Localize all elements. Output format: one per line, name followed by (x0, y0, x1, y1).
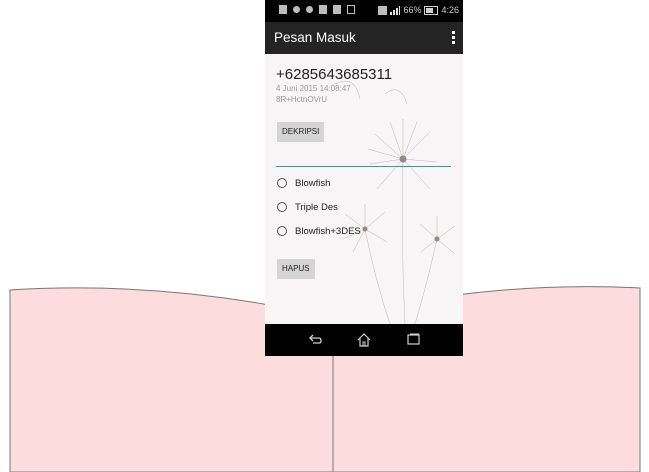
message-date: 4 Juni 2015 14:08:47 (276, 84, 351, 93)
app-bar: Pesan Masuk (265, 22, 463, 54)
back-icon[interactable] (308, 332, 322, 346)
navigation-bar (265, 324, 463, 356)
notification-icon (347, 5, 355, 14)
key-input[interactable] (276, 152, 451, 167)
radio-label: Blowfish (295, 177, 331, 189)
encrypted-message: 8R+HctnOVrU (276, 95, 328, 104)
notification-icon (293, 6, 300, 13)
radio-label: Triple Des (295, 201, 338, 213)
delete-button[interactable]: HAPUS (277, 259, 315, 279)
message-detail: +6285643685311 4 Juni 2015 14:08:47 8R+H… (265, 54, 463, 324)
radio-triple-des[interactable]: Triple Des (277, 200, 338, 214)
decrypt-button[interactable]: DEKRIPSI (277, 122, 325, 142)
home-icon[interactable] (356, 332, 372, 347)
radio-button[interactable] (277, 226, 287, 236)
radio-label: Blowfish+3DES (295, 225, 361, 237)
radio-blowfish[interactable]: Blowfish (277, 176, 330, 190)
phone-screen: 66% 4:26 Pesan Masuk +6285643685311 4 Ju… (265, 0, 463, 356)
notification-icon (319, 5, 327, 14)
battery-percent: 66% (403, 5, 422, 15)
status-bar: 66% 4:26 (265, 0, 463, 22)
radio-button[interactable] (277, 178, 287, 188)
clock: 4:26 (441, 5, 459, 15)
sender-number: +6285643685311 (276, 66, 393, 83)
radio-button[interactable] (277, 202, 287, 212)
page-title: Pesan Masuk (274, 30, 356, 45)
alarm-icon (378, 5, 388, 15)
signal-icon (390, 5, 401, 15)
notification-icon (333, 5, 341, 14)
radio-blowfish-3des[interactable]: Blowfish+3DES (277, 224, 361, 238)
notification-icons (279, 5, 355, 14)
notification-icon (306, 6, 313, 13)
notification-icon (279, 5, 287, 14)
recent-apps-icon[interactable] (406, 332, 421, 346)
overflow-menu-icon[interactable] (452, 31, 456, 45)
battery-icon (424, 5, 439, 15)
status-right: 66% 4:26 (378, 5, 459, 15)
